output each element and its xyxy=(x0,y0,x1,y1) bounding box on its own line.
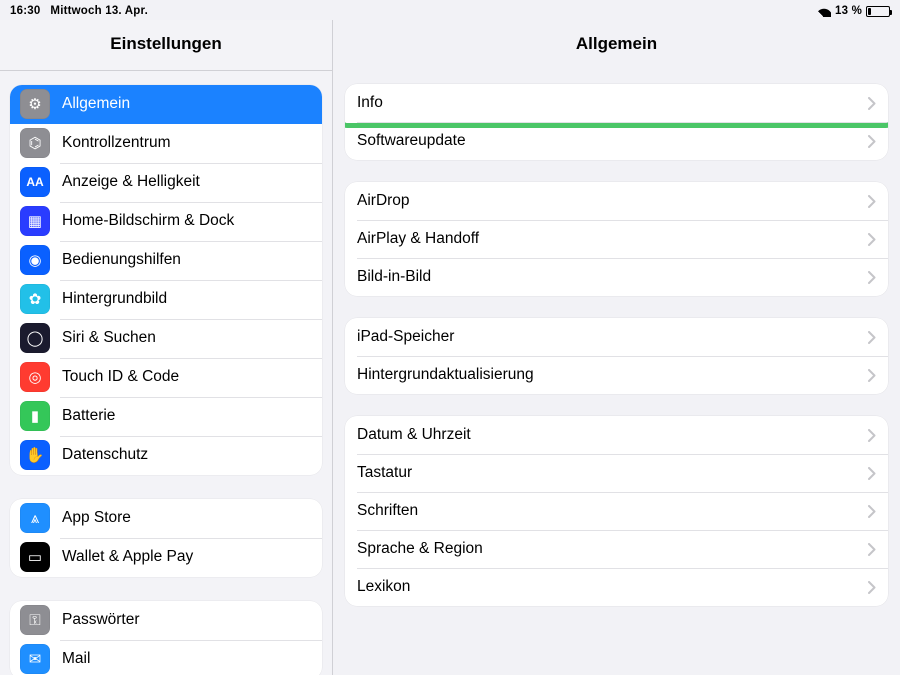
detail-row-pip[interactable]: Bild-in-Bild xyxy=(345,258,888,296)
detail-row-label: Datum & Uhrzeit xyxy=(357,426,471,444)
sidebar-item-siri[interactable]: ◯ Siri & Suchen xyxy=(10,319,322,358)
battery-icon: ▮ xyxy=(20,401,50,431)
sidebar-item-touchid[interactable]: ◎ Touch ID & Code xyxy=(10,358,322,397)
detail-row-label: iPad-Speicher xyxy=(357,328,454,346)
chevron-right-icon xyxy=(868,467,876,480)
detail-row-airplay[interactable]: AirPlay & Handoff xyxy=(345,220,888,258)
detail-row-language[interactable]: Sprache & Region xyxy=(345,530,888,568)
sidebar-item-display[interactable]: AA Anzeige & Helligkeit xyxy=(10,163,322,202)
sidebar-item-appstore[interactable]: ⩓ App Store xyxy=(10,499,322,538)
detail-group: Info Softwareupdate xyxy=(345,84,888,160)
sidebar-scroll[interactable]: ⚙ Allgemein ⌬ Kontrollzentrum AA Anzeige & He… xyxy=(0,71,332,675)
apps-grid-icon: ▦ xyxy=(20,206,50,236)
detail-row-label: Hintergrundaktualisierung xyxy=(357,366,534,384)
sidebar-item-label: Hintergrundbild xyxy=(62,290,167,308)
detail-group: AirDrop AirPlay & Handoff Bild-in-Bild xyxy=(345,182,888,296)
detail-row-label: Softwareupdate xyxy=(357,132,466,150)
detail-row-softwareupdate[interactable]: Softwareupdate xyxy=(345,122,888,160)
chevron-right-icon xyxy=(868,331,876,344)
sidebar-item-controlcenter[interactable]: ⌬ Kontrollzentrum xyxy=(10,124,322,163)
battery-percent: 13 % xyxy=(835,5,862,17)
status-time: 16:30 xyxy=(10,5,40,17)
detail-row-label: Bild-in-Bild xyxy=(357,268,431,286)
chevron-right-icon xyxy=(868,369,876,382)
detail-row-label: Schriften xyxy=(357,502,418,520)
wifi-icon xyxy=(817,6,831,17)
sidebar: Einstellungen ⚙ Allgemein ⌬ Kontrollzentrum… xyxy=(0,20,333,675)
detail-row-about[interactable]: Info xyxy=(345,84,888,122)
sidebar-title: Einstellungen xyxy=(0,20,332,66)
chevron-right-icon xyxy=(868,271,876,284)
sidebar-group: ⩓ App Store ▭ Wallet & Apple Pay xyxy=(10,499,322,577)
siri-icon: ◯ xyxy=(20,323,50,353)
flower-icon: ✿ xyxy=(20,284,50,314)
chevron-right-icon xyxy=(868,543,876,556)
detail-group: Datum & Uhrzeit Tastatur Schriften Sprache … xyxy=(345,416,888,606)
sidebar-item-general[interactable]: ⚙ Allgemein xyxy=(10,85,322,124)
sidebar-group: ⚙ Allgemein ⌬ Kontrollzentrum AA Anzeige & He… xyxy=(10,85,322,475)
sidebar-item-label: Touch ID & Code xyxy=(62,368,179,386)
sidebar-item-wallpaper[interactable]: ✿ Hintergrundbild xyxy=(10,280,322,319)
detail-row-keyboard[interactable]: Tastatur xyxy=(345,454,888,492)
sidebar-item-mail[interactable]: ✉ Mail xyxy=(10,640,322,675)
text-size-icon: AA xyxy=(20,167,50,197)
battery-icon xyxy=(866,6,890,17)
sidebar-item-accessibility[interactable]: ◉ Bedienungshilfen xyxy=(10,241,322,280)
chevron-right-icon xyxy=(868,505,876,518)
sidebar-item-passwords[interactable]: ⚿ Passwörter xyxy=(10,601,322,640)
chevron-right-icon xyxy=(868,429,876,442)
status-date: Mittwoch 13. Apr. xyxy=(50,5,148,17)
detail-row-datetime[interactable]: Datum & Uhrzeit xyxy=(345,416,888,454)
sidebar-item-label: Allgemein xyxy=(62,95,130,113)
sidebar-item-battery[interactable]: ▮ Batterie xyxy=(10,397,322,436)
sidebar-item-label: Kontrollzentrum xyxy=(62,134,171,152)
detail-row-label: AirPlay & Handoff xyxy=(357,230,479,248)
detail-row-storage[interactable]: iPad-Speicher xyxy=(345,318,888,356)
sidebar-item-label: Siri & Suchen xyxy=(62,329,156,347)
wallet-icon: ▭ xyxy=(20,542,50,572)
sidebar-item-label: App Store xyxy=(62,509,131,527)
detail-title: Allgemein xyxy=(333,20,900,66)
sidebar-item-privacy[interactable]: ✋ Datenschutz xyxy=(10,436,322,475)
detail-row-label: Tastatur xyxy=(357,464,412,482)
sidebar-item-label: Anzeige & Helligkeit xyxy=(62,173,200,191)
sidebar-group: ⚿ Passwörter ✉ Mail xyxy=(10,601,322,675)
screen: 16:30 Mittwoch 13. Apr. 13 % Einstellung… xyxy=(0,0,900,675)
detail-row-label: AirDrop xyxy=(357,192,410,210)
sidebar-item-label: Home-Bildschirm & Dock xyxy=(62,212,234,230)
detail-row-label: Lexikon xyxy=(357,578,410,596)
switches-icon: ⌬ xyxy=(20,128,50,158)
detail-row-dict[interactable]: Lexikon xyxy=(345,568,888,606)
detail-scroll[interactable]: Info Softwareupdate AirDrop AirPlay & Hando… xyxy=(333,66,900,648)
key-icon: ⚿ xyxy=(20,605,50,635)
chevron-right-icon xyxy=(868,97,876,110)
detail-row-label: Info xyxy=(357,94,383,112)
detail-row-bgrefresh[interactable]: Hintergrundaktualisierung xyxy=(345,356,888,394)
accessibility-icon: ◉ xyxy=(20,245,50,275)
appstore-icon: ⩓ xyxy=(20,503,50,533)
mail-icon: ✉ xyxy=(20,644,50,674)
gear-icon: ⚙ xyxy=(20,89,50,119)
sidebar-item-label: Mail xyxy=(62,650,90,668)
chevron-right-icon xyxy=(868,135,876,148)
sidebar-item-label: Batterie xyxy=(62,407,115,425)
detail-row-airdrop[interactable]: AirDrop xyxy=(345,182,888,220)
sidebar-item-wallet[interactable]: ▭ Wallet & Apple Pay xyxy=(10,538,322,577)
status-bar: 16:30 Mittwoch 13. Apr. 13 % xyxy=(0,0,900,20)
detail-row-label: Sprache & Region xyxy=(357,540,483,558)
fingerprint-icon: ◎ xyxy=(20,362,50,392)
chevron-right-icon xyxy=(868,233,876,246)
sidebar-item-label: Datenschutz xyxy=(62,446,148,464)
sidebar-item-label: Bedienungshilfen xyxy=(62,251,181,269)
detail-group: iPad-Speicher Hintergrundaktualisierung xyxy=(345,318,888,394)
hand-icon: ✋ xyxy=(20,440,50,470)
sidebar-item-label: Passwörter xyxy=(62,611,140,629)
sidebar-item-home[interactable]: ▦ Home-Bildschirm & Dock xyxy=(10,202,322,241)
chevron-right-icon xyxy=(868,581,876,594)
chevron-right-icon xyxy=(868,195,876,208)
sidebar-item-label: Wallet & Apple Pay xyxy=(62,548,193,566)
detail-row-fonts[interactable]: Schriften xyxy=(345,492,888,530)
detail-pane: Allgemein Info Softwareupdate AirDrop AirPl… xyxy=(333,20,900,675)
